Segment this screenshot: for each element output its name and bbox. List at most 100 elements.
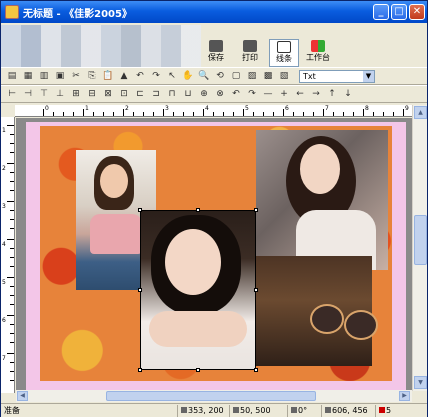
paste-icon[interactable]: 📋 — [101, 69, 115, 83]
ruler-tick — [233, 112, 234, 116]
minus-icon[interactable]: — — [261, 87, 275, 101]
arrow-up-icon[interactable]: ↑ — [325, 87, 339, 101]
vertical-scroll-thumb[interactable] — [414, 215, 427, 265]
ruler-tick — [283, 109, 284, 116]
ruler-label: 8 — [365, 105, 369, 112]
scroll-right-icon[interactable]: ▶ — [399, 391, 410, 401]
status-bar: 准备 353, 200 50, 500 0° 606, 456 5 — [1, 403, 427, 417]
arrow-down-icon[interactable]: ↓ — [341, 87, 355, 101]
ruler-tick — [7, 277, 14, 278]
rotate-left-icon[interactable]: ↶ — [229, 87, 243, 101]
photo-detail — [100, 164, 128, 198]
hand-icon[interactable]: ✋ — [181, 69, 195, 83]
align-tool[interactable]: ⊏ — [133, 87, 147, 101]
toolbar-tool[interactable]: ▩ — [261, 69, 275, 83]
redo-icon[interactable]: ↷ — [149, 69, 163, 83]
save-button[interactable]: 保存 — [201, 39, 231, 67]
zoom-status-icon — [379, 407, 385, 413]
align-tool[interactable]: ⊓ — [165, 87, 179, 101]
vertical-ruler[interactable]: 1 2 3 4 5 6 7 — [1, 117, 15, 393]
ruler-tick — [10, 134, 14, 135]
align-tool[interactable]: ⊤ — [37, 87, 51, 101]
status-angle-value: 0° — [298, 405, 308, 415]
vertical-scrollbar[interactable]: ▲ ▼ — [412, 105, 427, 391]
ruler-label: 7 — [325, 105, 329, 112]
ruler-tick — [403, 109, 404, 116]
align-tool[interactable]: ⊕ — [197, 87, 211, 101]
toolbar-tool[interactable]: ▲ — [117, 69, 131, 83]
selection-handle[interactable] — [254, 368, 258, 372]
rotate-icon[interactable]: ⟲ — [213, 69, 227, 83]
close-button[interactable]: ✕ — [409, 4, 425, 20]
toolbar-tool[interactable]: ▧ — [277, 69, 291, 83]
align-tool[interactable]: ⊢ — [5, 87, 19, 101]
selection-handle[interactable] — [254, 208, 258, 212]
minimize-button[interactable]: _ — [373, 4, 389, 20]
toolbar-tool[interactable]: ▨ — [245, 69, 259, 83]
align-tool[interactable]: ⊡ — [117, 87, 131, 101]
toolbar-tool[interactable]: ▢ — [229, 69, 243, 83]
photo-girl-closeup-selected[interactable] — [140, 210, 256, 370]
butterfly-decoration[interactable] — [310, 304, 380, 358]
toolbar-tool[interactable]: ▤ — [5, 69, 19, 83]
photo-girl-smiling[interactable] — [256, 130, 388, 270]
toolbar-tool[interactable]: ▣ — [53, 69, 67, 83]
ruler-tick — [173, 112, 174, 116]
copy-icon[interactable]: ⎘ — [85, 69, 99, 83]
align-toolbar: ⊢ ⊣ ⊤ ⊥ ⊞ ⊟ ⊠ ⊡ ⊏ ⊐ ⊓ ⊔ ⊕ ⊗ ↶ ↷ — + ← → … — [1, 85, 427, 103]
selection-handle[interactable] — [138, 368, 142, 372]
selection-handle[interactable] — [196, 208, 200, 212]
horizontal-scroll-thumb[interactable] — [106, 391, 316, 401]
pointer-icon[interactable]: ↖ — [165, 69, 179, 83]
ruler-label: 9 — [405, 105, 409, 112]
ruler-tick — [243, 109, 244, 116]
toolbar-tool[interactable]: ▥ — [37, 69, 51, 83]
ruler-tick — [10, 295, 14, 296]
ruler-tick — [43, 109, 44, 116]
ruler-tick — [10, 333, 14, 334]
align-tool[interactable]: ⊐ — [149, 87, 163, 101]
workbench-button[interactable]: 工作台 — [303, 39, 333, 67]
align-tool[interactable]: ⊠ — [101, 87, 115, 101]
align-tool[interactable]: ⊞ — [69, 87, 83, 101]
selection-handle[interactable] — [138, 288, 142, 292]
cut-icon[interactable]: ✂ — [69, 69, 83, 83]
align-tool[interactable]: ⊣ — [21, 87, 35, 101]
chevron-down-icon[interactable]: ▼ — [363, 70, 374, 82]
print-button[interactable]: 打印 — [235, 39, 265, 67]
zoom-icon[interactable]: 🔍 — [197, 69, 211, 83]
frame-icon — [277, 41, 291, 53]
title-bar[interactable]: 无标题 - 《佳影2005》 _ □ ✕ — [1, 1, 427, 23]
selection-handle[interactable] — [254, 288, 258, 292]
horizontal-scrollbar[interactable]: ◀ ▶ — [16, 390, 412, 402]
ruler-tick — [10, 266, 14, 267]
plus-icon[interactable]: + — [277, 87, 291, 101]
rotate-right-icon[interactable]: ↷ — [245, 87, 259, 101]
maximize-button[interactable]: □ — [391, 4, 407, 20]
align-tool[interactable]: ⊗ — [213, 87, 227, 101]
horizontal-ruler[interactable]: 0 1 2 3 4 5 6 7 8 9 — [15, 105, 424, 117]
status-size: 606, 456 — [321, 404, 375, 417]
arrow-left-icon[interactable]: ← — [293, 87, 307, 101]
canvas-area[interactable] — [16, 118, 412, 391]
selection-handle[interactable] — [138, 208, 142, 212]
frame-button[interactable]: 线条 — [269, 39, 299, 67]
cursor-icon — [181, 407, 187, 413]
scroll-up-icon[interactable]: ▲ — [414, 106, 427, 119]
ruler-tick — [10, 181, 14, 182]
scroll-down-icon[interactable]: ▼ — [414, 376, 427, 389]
align-tool[interactable]: ⊥ — [53, 87, 67, 101]
scroll-left-icon[interactable]: ◀ — [17, 391, 28, 401]
ruler-label: 6 — [285, 105, 289, 112]
font-select-value: Txt — [303, 71, 316, 81]
undo-icon[interactable]: ↶ — [133, 69, 147, 83]
ruler-tick — [253, 112, 254, 116]
font-select[interactable]: Txt ▼ — [299, 69, 375, 83]
status-origin: 50, 500 — [229, 404, 287, 417]
align-tool[interactable]: ⊟ — [85, 87, 99, 101]
selection-handle[interactable] — [196, 368, 200, 372]
toolbar-tool[interactable]: ▦ — [21, 69, 35, 83]
ruler-tick — [193, 112, 194, 116]
align-tool[interactable]: ⊔ — [181, 87, 195, 101]
arrow-right-icon[interactable]: → — [309, 87, 323, 101]
